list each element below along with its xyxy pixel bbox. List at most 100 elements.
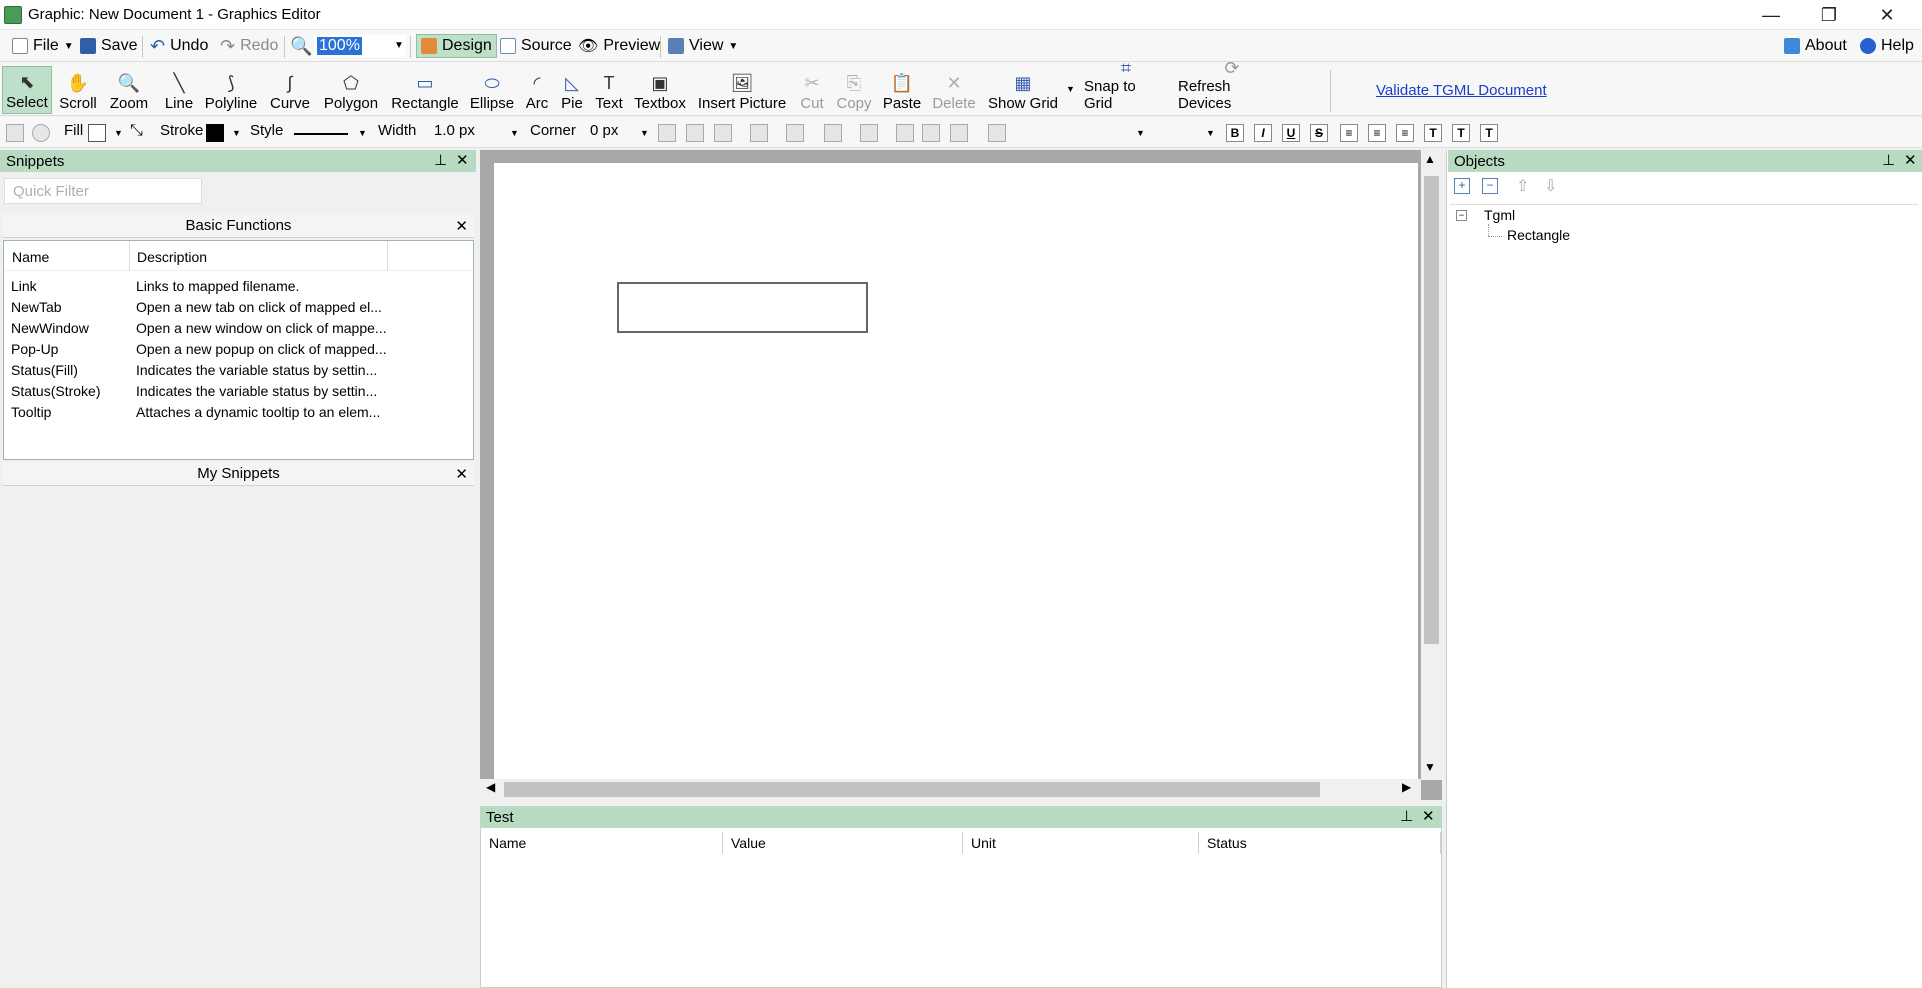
horizontal-scroll-thumb[interactable] <box>504 782 1320 797</box>
rotate-right-icon[interactable] <box>922 124 940 142</box>
cut-button[interactable]: ✂ Cut <box>796 66 828 114</box>
drawing-canvas[interactable] <box>494 163 1418 780</box>
paste-button[interactable]: 📋 Paste <box>882 66 922 114</box>
save-button[interactable]: Save <box>76 34 141 58</box>
close-icon[interactable]: ✕ <box>456 151 469 169</box>
minimize-button[interactable]: — <box>1742 0 1800 30</box>
quick-filter-input[interactable]: Quick Filter <box>4 178 202 204</box>
tool-pie[interactable]: ◺ Pie <box>558 66 586 114</box>
align-right-icon[interactable]: ≡ <box>1396 124 1414 142</box>
align-center-icon[interactable]: ≡ <box>1368 124 1386 142</box>
tool-line[interactable]: ╲ Line <box>160 66 198 114</box>
italic-icon[interactable]: I <box>1254 124 1272 142</box>
move-up-icon[interactable]: ⇧ <box>1516 176 1529 196</box>
skew-icon[interactable] <box>950 124 968 142</box>
corner-input[interactable]: 0 px <box>590 122 618 139</box>
rotate-icon[interactable] <box>32 124 50 142</box>
tool-rectangle[interactable]: ▭ Rectangle <box>390 66 460 114</box>
redo-button[interactable]: ↷ Redo <box>216 34 282 58</box>
column-header-unit[interactable]: Unit <box>963 832 1199 854</box>
pin-icon[interactable]: ⊥ <box>434 151 447 169</box>
transform-icon[interactable] <box>988 124 1006 142</box>
zoom-input[interactable]: 100% <box>314 35 406 57</box>
rectangle-shape[interactable] <box>617 282 868 333</box>
fill-color-swatch[interactable] <box>88 124 106 142</box>
copy-button[interactable]: ⎘ Copy <box>834 66 874 114</box>
size-icon[interactable] <box>860 124 878 142</box>
pin-icon[interactable]: ⊥ <box>1882 151 1895 169</box>
table-row[interactable]: Link Links to mapped filename. <box>3 276 474 296</box>
pointer-icon[interactable] <box>6 124 24 142</box>
show-grid-button[interactable]: ▦ Show Grid <box>986 66 1060 114</box>
tool-textbox[interactable]: ▣ Textbox <box>632 66 688 114</box>
restore-button[interactable]: ❐ <box>1800 0 1858 30</box>
my-snippets-header[interactable]: My Snippets ✕ <box>3 462 474 486</box>
column-header-value[interactable]: Value <box>723 832 963 854</box>
scroll-down-icon[interactable]: ▼ <box>1424 760 1436 774</box>
refresh-devices-button[interactable]: ⟳ Refresh Devices <box>1178 58 1286 114</box>
swap-colors-icon[interactable]: ⤡ <box>130 122 143 140</box>
table-row[interactable]: Status(Stroke) Indicates the variable sta… <box>3 381 474 401</box>
pin-icon[interactable]: ⊥ <box>1400 807 1413 825</box>
close-icon[interactable]: ✕ <box>455 217 468 235</box>
validate-tgml-link[interactable]: Validate TGML Document <box>1376 82 1547 99</box>
close-icon[interactable]: ✕ <box>455 465 468 483</box>
tree-node-rectangle[interactable]: Rectangle <box>1507 227 1570 243</box>
rotate-left-icon[interactable] <box>896 124 914 142</box>
distribute-icon[interactable] <box>786 124 804 142</box>
help-button[interactable]: Help <box>1856 34 1918 58</box>
column-header-status[interactable]: Status <box>1199 832 1441 854</box>
tree-collapse-icon[interactable]: − <box>1456 210 1467 221</box>
tree-node-tgml[interactable]: Tgml <box>1484 207 1515 223</box>
flip-icon[interactable] <box>824 124 842 142</box>
corner-dropdown-icon[interactable]: ▼ <box>640 128 649 138</box>
tool-insert-picture[interactable]: 🖼 Insert Picture <box>696 66 788 114</box>
width-input[interactable]: 1.0 px <box>434 122 475 139</box>
tool-zoom[interactable]: 🔍 Zoom <box>106 66 152 114</box>
align-left-icon[interactable]: ≡ <box>1340 124 1358 142</box>
scroll-left-icon[interactable]: ◀ <box>486 780 495 794</box>
font-size-select[interactable] <box>1152 124 1212 144</box>
tool-polyline[interactable]: ⟆ Polyline <box>202 66 260 114</box>
line-style-preview[interactable] <box>294 133 348 135</box>
show-grid-dropdown-icon[interactable]: ▼ <box>1066 84 1075 94</box>
file-menu[interactable]: File ▼ <box>8 34 78 58</box>
column-header-name[interactable]: Name <box>12 249 49 265</box>
tool-ellipse[interactable]: ⬭ Ellipse <box>468 66 516 114</box>
table-row[interactable]: NewTab Open a new tab on click of mapped … <box>3 297 474 317</box>
stroke-dropdown-icon[interactable]: ▼ <box>232 128 241 138</box>
tool-text[interactable]: T Text <box>592 66 626 114</box>
view-menu[interactable]: View ▼ <box>664 34 742 58</box>
align-icon[interactable] <box>714 124 732 142</box>
close-icon[interactable]: ✕ <box>1422 807 1435 825</box>
valign-bottom-icon[interactable]: T <box>1480 124 1498 142</box>
tool-polygon[interactable]: ⬠ Polygon <box>320 66 382 114</box>
source-tab[interactable]: Source <box>496 34 576 58</box>
table-row[interactable]: Status(Fill) Indicates the variable statu… <box>3 360 474 380</box>
preview-tab[interactable]: 👁 Preview <box>574 34 664 58</box>
font-family-dropdown-icon[interactable]: ▼ <box>1136 128 1145 138</box>
collapse-all-icon[interactable]: − <box>1482 178 1498 194</box>
expand-all-icon[interactable]: + <box>1454 178 1470 194</box>
tool-select[interactable]: ⬉ Select <box>2 66 52 114</box>
column-header-description[interactable]: Description <box>137 249 207 265</box>
fill-dropdown-icon[interactable]: ▼ <box>114 128 123 138</box>
underline-icon[interactable]: U <box>1282 124 1300 142</box>
ungroup-icon[interactable] <box>686 124 704 142</box>
strikethrough-icon[interactable]: S <box>1310 124 1328 142</box>
move-down-icon[interactable]: ⇩ <box>1544 176 1557 196</box>
style-dropdown-icon[interactable]: ▼ <box>358 128 367 138</box>
undo-button[interactable]: ↶ Undo <box>146 34 212 58</box>
order-icon[interactable] <box>750 124 768 142</box>
font-size-dropdown-icon[interactable]: ▼ <box>1206 128 1215 138</box>
delete-button[interactable]: ✕ Delete <box>930 66 978 114</box>
vertical-scroll-thumb[interactable] <box>1424 176 1439 644</box>
scroll-right-icon[interactable]: ▶ <box>1402 780 1411 794</box>
bold-icon[interactable]: B <box>1226 124 1244 142</box>
group-icon[interactable] <box>658 124 676 142</box>
table-row[interactable]: Tooltip Attaches a dynamic tooltip to an … <box>3 402 474 422</box>
design-tab[interactable]: Design <box>416 34 497 58</box>
scroll-up-icon[interactable]: ▲ <box>1424 152 1436 166</box>
about-button[interactable]: About <box>1780 34 1851 58</box>
zoom-dropdown-icon[interactable]: ▼ <box>394 40 404 51</box>
